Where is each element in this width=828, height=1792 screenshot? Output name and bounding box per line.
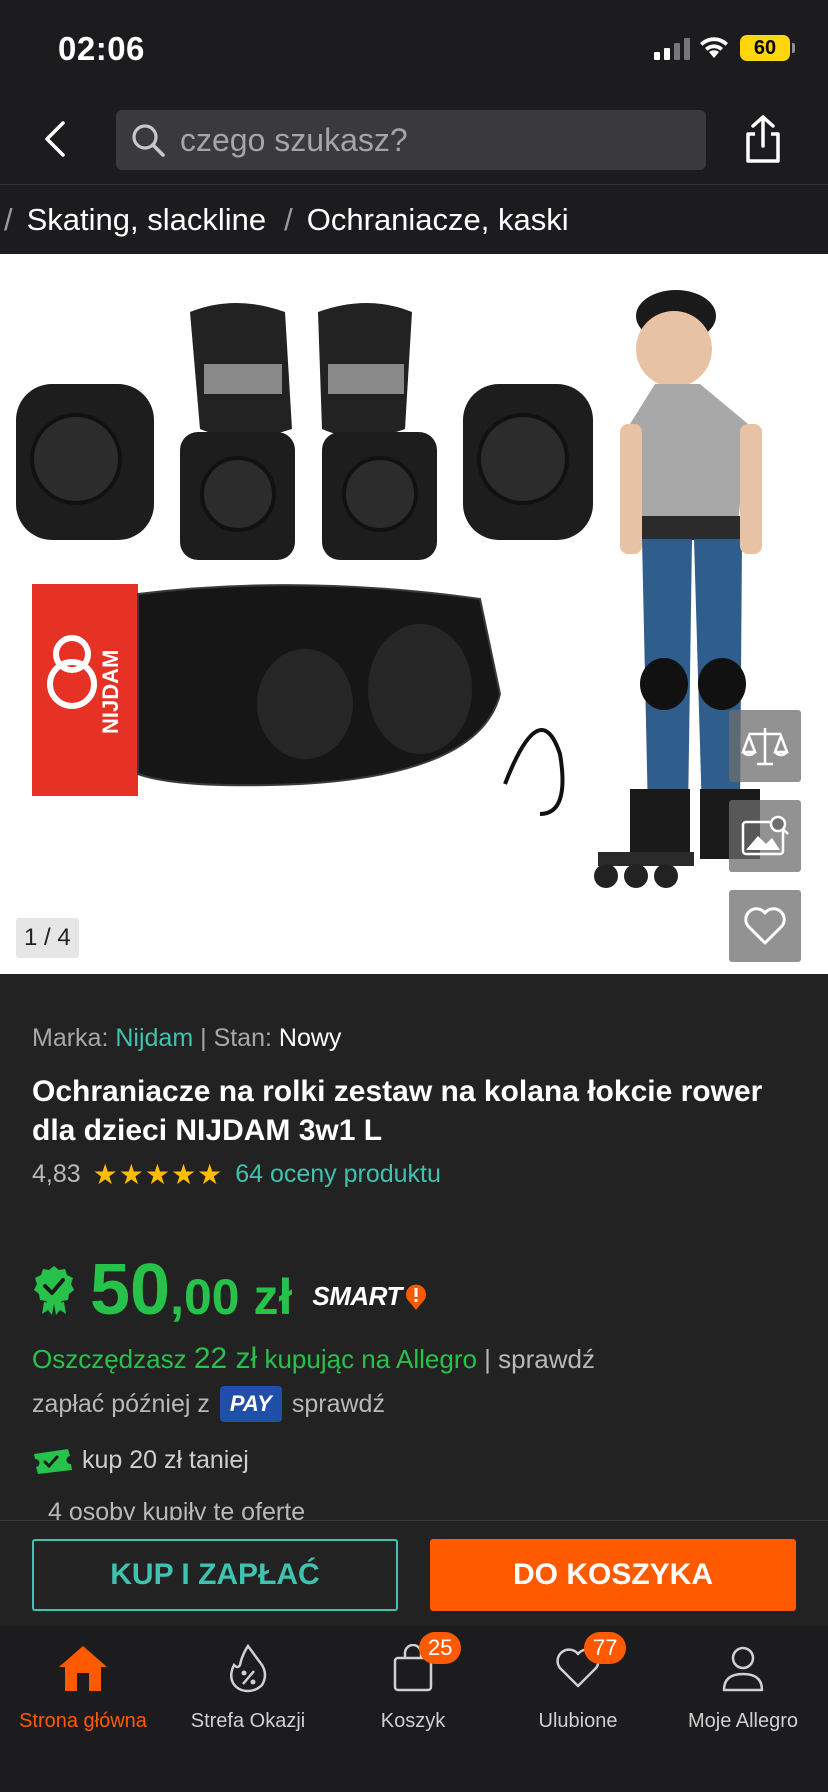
elbow-pad-image xyxy=(180,432,437,560)
knee-pad-image xyxy=(16,384,593,540)
rating-score: 4,83 xyxy=(32,1160,81,1188)
favorites-count-badge: 77 xyxy=(584,1632,627,1664)
coupon-text: kup 20 zł taniej xyxy=(82,1446,249,1474)
cellular-signal-icon xyxy=(654,38,690,60)
price-row: 50,00 zł SMART xyxy=(32,1254,428,1326)
child-model-image xyxy=(594,290,762,888)
tab-label: Strefa Okazji xyxy=(190,1710,306,1732)
battery-indicator: 60 xyxy=(740,35,790,61)
share-icon xyxy=(746,115,780,163)
price-main: 50 xyxy=(90,1250,171,1330)
star-rating-icon: ★★★★★ xyxy=(92,1159,224,1190)
tab-label: Koszyk xyxy=(380,1710,446,1732)
product-title: Ochraniacze na rolki zestaw na kolana ło… xyxy=(32,1075,763,1147)
add-to-cart-button[interactable]: DO KOSZYKA xyxy=(430,1539,796,1611)
separator: | xyxy=(200,1024,207,1052)
share-button[interactable] xyxy=(738,110,788,168)
tab-label: Ulubione xyxy=(538,1710,618,1732)
product-details: Marka: Nijdam | Stan: Nowy Ochraniacze n… xyxy=(0,974,828,1520)
search-input[interactable] xyxy=(180,121,680,159)
deals-flame-icon xyxy=(230,1643,267,1693)
condition-label: Stan: xyxy=(213,1024,272,1052)
search-icon xyxy=(132,124,165,157)
tab-cart[interactable]: 25 Koszyk xyxy=(330,1632,496,1733)
price-cents: ,00 zł xyxy=(170,1269,293,1325)
savings-prefix: Oszczędzasz xyxy=(32,1344,187,1374)
coupon-ticket-icon xyxy=(34,1448,72,1474)
back-button[interactable] xyxy=(30,114,80,164)
compare-button[interactable] xyxy=(729,710,801,782)
image-search-icon xyxy=(741,815,789,856)
tab-label: Strona główna xyxy=(19,1710,147,1732)
battery-cap xyxy=(792,43,795,53)
breadcrumb-item-protectors[interactable]: Ochraniacze, kaski xyxy=(307,202,569,238)
coupon-line[interactable]: kup 20 zł taniej xyxy=(32,1446,249,1475)
packaging-bag-image: NIJDAM xyxy=(32,584,565,816)
favorite-button[interactable] xyxy=(729,890,801,962)
scale-compare-icon xyxy=(741,728,789,766)
product-image[interactable]: NIJDAM xyxy=(0,254,828,974)
savings-suffix: kupując na Allegro xyxy=(264,1344,477,1374)
cart-count-badge: 25 xyxy=(419,1632,462,1664)
pay-check-link[interactable]: sprawdź xyxy=(292,1390,385,1419)
tab-my-allegro[interactable]: Moje Allegro xyxy=(660,1640,826,1733)
breadcrumb: / Skating, slackline / Ochraniacze, kask… xyxy=(0,184,828,254)
image-counter: 1 / 4 xyxy=(16,918,79,958)
wrist-guard-image xyxy=(190,303,412,438)
user-icon xyxy=(722,1646,764,1692)
heart-outline-icon xyxy=(744,907,786,945)
buy-now-button[interactable]: KUP I ZAPŁAĆ xyxy=(32,1539,398,1611)
savings-line: Oszczędzasz 22 zł kupując na Allegro | s… xyxy=(32,1342,595,1376)
search-bar[interactable] xyxy=(116,110,706,170)
rating-count-link[interactable]: 64 oceny produktu xyxy=(235,1160,441,1189)
super-price-badge-icon xyxy=(34,1266,74,1315)
product-image-gallery[interactable]: NIJDAM 1 / 4 xyxy=(0,254,828,974)
condition-value: Nowy xyxy=(278,1024,342,1052)
brand-condition-line: Marka: Nijdam | Stan: Nowy xyxy=(32,1024,341,1053)
pay-later-text: zapłać później z xyxy=(32,1389,210,1418)
top-navigation xyxy=(0,96,828,184)
breadcrumb-item-skating[interactable]: Skating, slackline xyxy=(27,202,267,238)
wifi-icon xyxy=(700,37,728,58)
status-time: 02:06 xyxy=(58,30,145,67)
smart-exclamation-icon xyxy=(405,1284,426,1310)
bought-count: 4 osoby kupiły tę ofertę xyxy=(48,1498,306,1520)
pay-later-line: zapłać później z PAY sprawdź xyxy=(32,1386,385,1422)
smart-label: SMART xyxy=(312,1281,402,1311)
purchase-action-bar: KUP I ZAPŁAĆ DO KOSZYKA xyxy=(0,1520,828,1626)
tab-label: Moje Allegro xyxy=(687,1710,799,1732)
smart-badge[interactable]: SMART xyxy=(312,1281,427,1312)
brand-link[interactable]: Nijdam xyxy=(115,1024,193,1052)
savings-amount: 22 zł xyxy=(193,1342,258,1375)
breadcrumb-separator: / xyxy=(284,201,293,237)
allegro-pay-badge: PAY xyxy=(219,1386,282,1422)
tab-deals[interactable]: Strefa Okazji xyxy=(165,1640,331,1733)
status-bar: 02:06 60 xyxy=(0,0,828,96)
price: 50,00 zł xyxy=(90,1254,292,1326)
savings-check-link[interactable]: | sprawdź xyxy=(484,1344,595,1374)
tab-home[interactable]: Strona główna xyxy=(0,1640,166,1733)
product-rating: 4,83 ★★★★★ 64 oceny produktu xyxy=(32,1158,441,1191)
home-icon xyxy=(59,1646,107,1691)
packaging-brand-text: NIJDAM xyxy=(98,650,123,734)
breadcrumb-separator: / xyxy=(4,201,13,237)
visual-search-button[interactable] xyxy=(729,800,801,872)
brand-label: Marka: xyxy=(32,1024,109,1052)
bottom-tab-bar: Strona główna Strefa Okazji 25 Koszyk 77… xyxy=(0,1626,828,1792)
tab-favorites[interactable]: 77 Ulubione xyxy=(495,1632,661,1733)
chevron-left-icon xyxy=(45,121,65,157)
